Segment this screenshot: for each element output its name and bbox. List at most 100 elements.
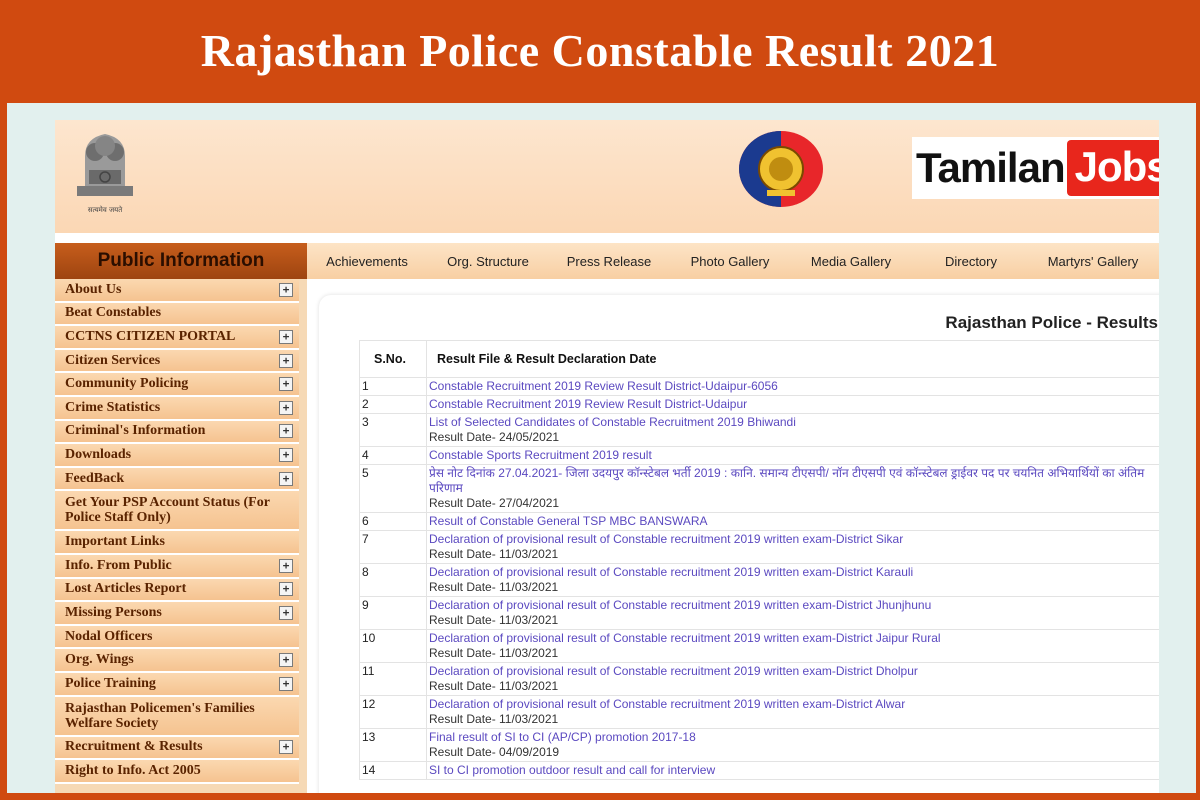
expand-plus-icon[interactable]: +	[279, 558, 293, 573]
row-serial-number: 1	[359, 377, 427, 396]
result-link[interactable]: Constable Sports Recruitment 2019 result	[429, 448, 652, 462]
sidebar-item[interactable]: Important Links	[55, 531, 299, 555]
sidebar-item-label: Important Links	[65, 534, 165, 550]
sidebar-item-label: Lost Articles Report	[65, 581, 187, 597]
sidebar-item[interactable]: Missing Persons +	[55, 602, 299, 626]
nav-item[interactable]: Directory	[911, 254, 1031, 269]
expand-plus-icon[interactable]: +	[279, 605, 293, 620]
row-serial-number: 2	[359, 395, 427, 414]
result-date: Result Date- 11/03/2021	[429, 646, 559, 660]
expand-plus-icon[interactable]: +	[279, 353, 293, 368]
sidebar-item[interactable]: Info. From Public +	[55, 554, 299, 579]
sidebar-item[interactable]: Org. Wings +	[55, 649, 299, 673]
expand-plus-icon[interactable]: +	[279, 740, 293, 755]
sidebar-item[interactable]: Police Training +	[55, 672, 299, 697]
tamilan-jobs-logo: Tamilan Jobs	[912, 137, 1159, 199]
top-nav: Achievements Org. Structure Press Release P…	[307, 243, 1159, 279]
table-header-row: S.No. Result File & Result Declaration D…	[359, 340, 1159, 378]
result-date: Result Date- 11/03/2021	[429, 580, 559, 594]
sidebar-item-label: Downloads	[65, 446, 132, 462]
screenshot-frame: सत्यमेव जयते Tamilan Jobs Public Informa…	[7, 103, 1196, 793]
sidebar-item[interactable]: Recruitment & Results +	[55, 736, 299, 761]
brand-text-tamilan: Tamilan	[916, 144, 1066, 191]
row-serial-number: 14	[359, 761, 427, 780]
sidebar-item-label: Info. From Public	[65, 557, 172, 573]
sidebar-item[interactable]: Criminal's Information +	[55, 420, 299, 445]
row-serial-number: 11	[359, 662, 427, 696]
row-result-cell: Constable Recruitment 2019 Review Result…	[426, 377, 1159, 396]
result-link[interactable]: List of Selected Candidates of Constable…	[429, 415, 796, 429]
sidebar-item-label: Rajasthan Policemen's Families Welfare S…	[65, 700, 255, 731]
nav-item[interactable]: Photo Gallery	[669, 254, 791, 269]
row-serial-number: 7	[359, 530, 427, 564]
sidebar-item[interactable]: Lost Articles Report +	[55, 578, 299, 603]
sidebar-item[interactable]: CCTNS CITIZEN PORTAL +	[55, 326, 299, 350]
row-result-cell: SI to CI promotion outdoor result and ca…	[426, 761, 1159, 780]
expand-plus-icon[interactable]: +	[279, 377, 293, 392]
national-emblem-icon: सत्यमेव जयते	[77, 134, 133, 214]
expand-plus-icon[interactable]: +	[279, 653, 293, 668]
result-link[interactable]: Constable Recruitment 2019 Review Result…	[429, 379, 778, 393]
expand-plus-icon[interactable]: +	[279, 424, 293, 439]
row-result-cell: List of Selected Candidates of Constable…	[426, 413, 1159, 447]
sidebar-item-label: Recruitment & Results	[65, 739, 203, 755]
sidebar-item-label: Crime Statistics	[65, 399, 161, 415]
results-panel: Rajasthan Police - Results S.No. Result …	[319, 295, 1159, 793]
sidebar-item-label: Beat Constables	[65, 305, 162, 321]
sidebar-item[interactable]: Community Policing +	[55, 373, 299, 397]
result-link[interactable]: Result of Constable General TSP MBC BANS…	[429, 514, 708, 528]
expand-plus-icon[interactable]: +	[279, 282, 293, 297]
sidebar-item[interactable]: Crime Statistics +	[55, 396, 299, 421]
result-link[interactable]: SI to CI promotion outdoor result and ca…	[429, 763, 715, 777]
row-serial-number: 6	[359, 512, 427, 531]
expand-plus-icon[interactable]: +	[279, 400, 293, 415]
result-link[interactable]: Declaration of provisional result of Con…	[429, 598, 931, 612]
sidebar-item-label: Nodal Officers	[65, 628, 153, 644]
sidebar-item[interactable]: Beat Constables	[55, 302, 299, 327]
nav-item[interactable]: Org. Structure	[427, 254, 549, 269]
sidebar-item[interactable]: Citizen Services +	[55, 349, 299, 374]
nav-item[interactable]: Achievements	[307, 254, 427, 269]
sidebar-item-label: FeedBack	[65, 470, 125, 486]
result-date: Result Date- 11/03/2021	[429, 547, 559, 561]
result-link[interactable]: Declaration of provisional result of Con…	[429, 565, 913, 579]
sidebar-item-label: Org. Wings	[65, 652, 134, 668]
expand-plus-icon[interactable]: +	[279, 582, 293, 597]
sidebar-item-label: Police Training	[65, 675, 156, 691]
sidebar-item[interactable]: Get Your PSP Account Status (For Police …	[55, 491, 299, 532]
table-row: 7 Declaration of provisional result of Co…	[359, 530, 1159, 564]
sidebar-item[interactable]: Right to Info. Act 2005	[55, 760, 299, 784]
sidebar-item[interactable]: Downloads +	[55, 444, 299, 468]
banner-title: Rajasthan Police Constable Result 2021	[200, 24, 1000, 76]
row-result-cell: Declaration of provisional result of Con…	[426, 662, 1159, 696]
row-serial-number: 5	[359, 464, 427, 513]
table-row: 5 प्रेस नोट दिनांक 27.04.2021- जिला उदयपु…	[359, 464, 1159, 513]
result-date: Result Date- 11/03/2021	[429, 712, 559, 726]
expand-plus-icon[interactable]: +	[279, 471, 293, 486]
result-link[interactable]: Declaration of provisional result of Con…	[429, 664, 918, 678]
sidebar-item[interactable]: Nodal Officers	[55, 625, 299, 650]
sidebar-item[interactable]: FeedBack +	[55, 467, 299, 492]
result-link[interactable]: Constable Recruitment 2019 Review Result…	[429, 397, 747, 411]
result-link[interactable]: प्रेस नोट दिनांक 27.04.2021- जिला उदयपुर…	[429, 466, 1144, 495]
expand-plus-icon[interactable]: +	[279, 676, 293, 691]
result-link[interactable]: Declaration of provisional result of Con…	[429, 532, 903, 546]
sidebar-item-label: Missing Persons	[65, 604, 162, 620]
sidebar-item[interactable]: Rajasthan Policemen's Families Welfare S…	[55, 696, 299, 737]
nav-item[interactable]: Media Gallery	[791, 254, 911, 269]
result-link[interactable]: Declaration of provisional result of Con…	[429, 697, 905, 711]
results-table: S.No. Result File & Result Declaration D…	[359, 340, 1159, 780]
expand-plus-icon[interactable]: +	[279, 329, 293, 344]
expand-plus-icon[interactable]: +	[279, 447, 293, 462]
result-date: Result Date- 24/05/2021	[429, 430, 560, 444]
row-result-cell: Constable Recruitment 2019 Review Result…	[426, 395, 1159, 414]
nav-item[interactable]: Press Release	[549, 254, 669, 269]
row-result-cell: Declaration of provisional result of Con…	[426, 596, 1159, 630]
sidebar-menu: About Us + Beat Constables CCTNS CITIZEN PO…	[55, 279, 307, 793]
result-link[interactable]: Declaration of provisional result of Con…	[429, 631, 941, 645]
sidebar-item[interactable]: About Us +	[55, 279, 299, 303]
row-result-cell: Declaration of provisional result of Con…	[426, 629, 1159, 663]
result-link[interactable]: Final result of SI to CI (AP/CP) promoti…	[429, 730, 696, 744]
nav-item[interactable]: Martyrs' Gallery	[1031, 254, 1155, 269]
rajasthan-police-logo-icon	[739, 131, 823, 207]
